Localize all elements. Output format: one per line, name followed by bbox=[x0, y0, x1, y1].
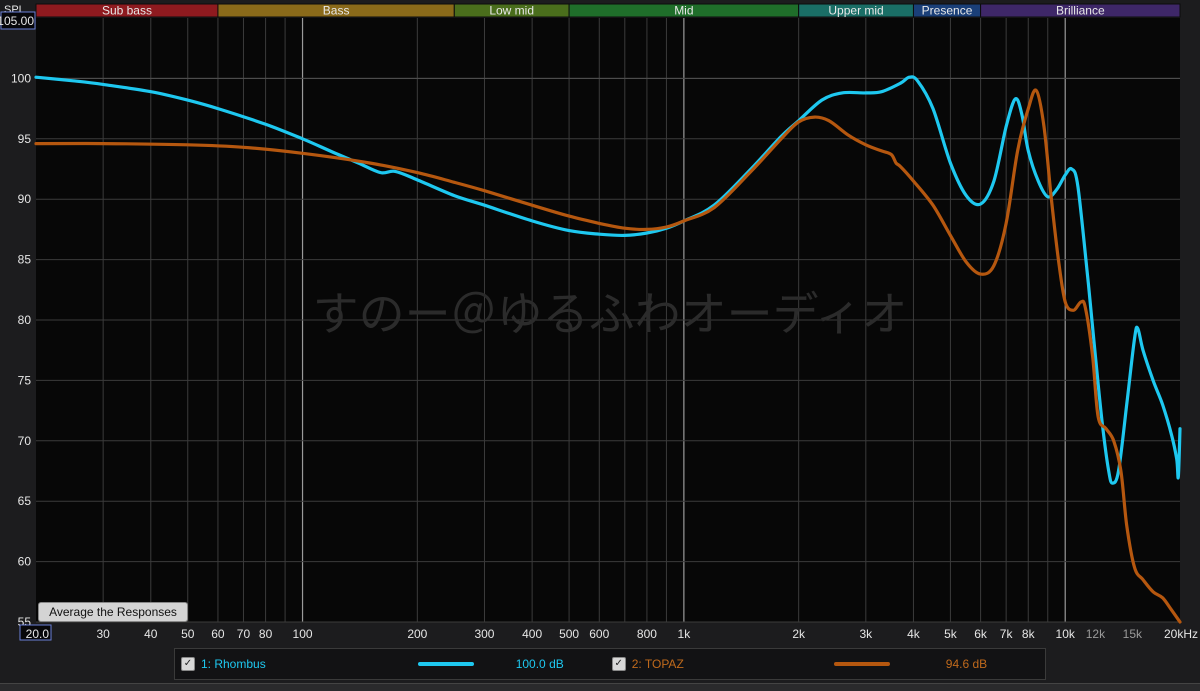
x-tick-label-5000: 5k bbox=[944, 627, 958, 641]
x-tick-label-2000: 2k bbox=[792, 627, 806, 641]
legend-item-rhombus: ✓ 1: Rhombus bbox=[181, 657, 266, 671]
rhombus-value: 100.0 dB bbox=[515, 657, 564, 671]
y-tick-label-95: 95 bbox=[18, 132, 32, 146]
topaz-checkbox[interactable]: ✓ bbox=[611, 657, 626, 671]
topaz-value: 94.6 dB bbox=[945, 657, 988, 671]
x-tick-label-100: 100 bbox=[293, 627, 313, 641]
x-tick-label-300: 300 bbox=[474, 627, 494, 641]
y-tick-label-65: 65 bbox=[18, 494, 32, 508]
band-label-low-mid: Low mid bbox=[489, 4, 534, 18]
legend-panel: ✓ 1: Rhombus 100.0 dB ✓ 2: TOPAZ 94.6 dB bbox=[174, 648, 1046, 680]
frequency-bands: Sub bass Bass Low mid Mid Upper mid Presence B… bbox=[35, 3, 1181, 18]
band-label-brilliance: Brilliance bbox=[1056, 4, 1105, 18]
band-label-bass: Bass bbox=[323, 4, 350, 18]
y-tick-label-70: 70 bbox=[18, 434, 32, 448]
band-label-mid: Mid bbox=[674, 4, 693, 18]
x-tick-label-200: 200 bbox=[407, 627, 427, 641]
x-tick-label-500: 500 bbox=[559, 627, 579, 641]
x-tick-label-80: 80 bbox=[259, 627, 273, 641]
y-tick-label-100: 100 bbox=[11, 71, 31, 85]
band-label-sub-bass: Sub bass bbox=[102, 4, 152, 18]
x-tick-label-30: 30 bbox=[96, 627, 110, 641]
y-tick-label-90: 90 bbox=[18, 192, 32, 206]
x-tick-label-12000: 12k bbox=[1086, 627, 1106, 641]
legend-item-topaz: ✓ 2: TOPAZ bbox=[611, 657, 684, 671]
watermark-text: すのー＠ゆるふわオーディオ bbox=[313, 287, 908, 341]
x-tick-label-400: 400 bbox=[522, 627, 542, 641]
x-tick-label-20000: 20kHz bbox=[1164, 627, 1198, 641]
y-tick-label-75: 75 bbox=[18, 373, 32, 387]
x-tick-label-6000: 6k bbox=[974, 627, 988, 641]
x-tick-label-40: 40 bbox=[144, 627, 158, 641]
topaz-swatch bbox=[833, 662, 890, 666]
x-tick-label-20[interactable]: 20.0 bbox=[26, 627, 50, 641]
frequency-response-chart: Sub bass Bass Low mid Mid Upper mid Presence B… bbox=[0, 0, 1200, 648]
y-tick-label-60: 60 bbox=[18, 555, 32, 569]
rhombus-checkbox[interactable]: ✓ bbox=[181, 657, 195, 671]
band-label-presence: Presence bbox=[922, 4, 973, 18]
y-tick-label-85: 85 bbox=[18, 253, 32, 267]
x-tick-label-800: 800 bbox=[637, 627, 657, 641]
x-tick-label-8000: 8k bbox=[1022, 627, 1036, 641]
x-tick-label-1000: 1k bbox=[678, 627, 692, 641]
band-label-upper-mid: Upper mid bbox=[828, 4, 883, 18]
x-tick-label-3000: 3k bbox=[859, 627, 873, 641]
average-responses-button[interactable]: Average the Responses bbox=[38, 602, 188, 622]
x-tick-label-600: 600 bbox=[589, 627, 609, 641]
rhombus-swatch bbox=[417, 662, 474, 666]
topaz-label: 2: TOPAZ bbox=[631, 657, 684, 671]
x-tick-label-10000: 10k bbox=[1056, 627, 1076, 641]
x-tick-label-60: 60 bbox=[211, 627, 225, 641]
x-tick-label-70: 70 bbox=[237, 627, 251, 641]
x-tick-label-15000: 15k bbox=[1123, 627, 1143, 641]
x-tick-label-4000: 4k bbox=[907, 627, 921, 641]
rhombus-label: 1: Rhombus bbox=[201, 657, 266, 671]
y-top-value[interactable]: 105.00 bbox=[0, 14, 34, 28]
y-tick-label-80: 80 bbox=[18, 313, 32, 327]
x-tick-label-50: 50 bbox=[181, 627, 195, 641]
x-tick-label-7000: 7k bbox=[1000, 627, 1014, 641]
